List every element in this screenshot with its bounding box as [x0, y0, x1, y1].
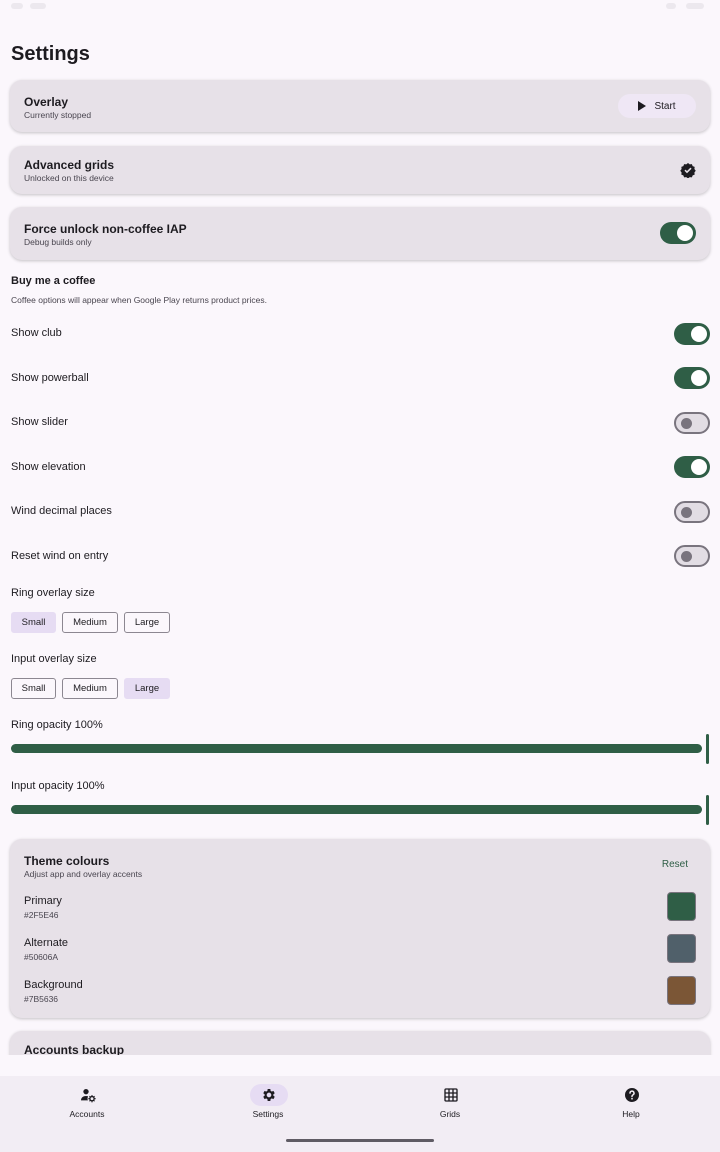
ring-opacity-track[interactable]	[11, 744, 702, 753]
theme-title: Theme colours	[24, 854, 110, 868]
toggle-knob	[677, 225, 693, 241]
show-slider-toggle[interactable]	[674, 412, 710, 434]
force-unlock-toggle[interactable]	[660, 222, 696, 244]
page-title: Settings	[11, 43, 90, 65]
accounts-backup-title: Accounts backup	[24, 1043, 125, 1055]
ring-opacity-label: Ring opacity 100%	[11, 719, 103, 731]
start-button-label: Start	[654, 100, 676, 112]
alternate-colour-hex: #50606A	[24, 952, 59, 962]
toggle-knob	[691, 326, 707, 342]
nav-settings[interactable]: Settings	[208, 1084, 328, 1134]
overlay-title: Overlay	[24, 95, 69, 109]
show-powerball-label: Show powerball	[11, 372, 89, 384]
force-unlock-title: Force unlock non-coffee IAP	[24, 222, 187, 236]
toggle-knob	[691, 459, 707, 475]
toggle-knob	[681, 506, 692, 518]
ring-size-label: Ring overlay size	[11, 587, 95, 599]
start-overlay-button[interactable]: Start	[618, 94, 696, 118]
toggle-knob	[691, 370, 707, 386]
alternate-colour-swatch[interactable]	[667, 934, 696, 963]
input-size-large[interactable]: Large	[124, 678, 170, 699]
input-size-small[interactable]: Small	[11, 678, 56, 699]
play-icon	[638, 101, 647, 111]
help-icon	[625, 1088, 639, 1102]
grid-icon	[444, 1088, 458, 1102]
nav-accounts[interactable]: Accounts	[27, 1084, 147, 1134]
advanced-grids-card: Advanced grids Unlocked on this device	[10, 146, 710, 194]
ring-size-medium[interactable]: Medium	[62, 612, 118, 633]
show-powerball-toggle[interactable]	[674, 367, 710, 389]
ring-size-large[interactable]: Large	[124, 612, 170, 633]
background-colour-swatch[interactable]	[667, 976, 696, 1005]
reset-wind-label: Reset wind on entry	[11, 550, 109, 562]
advanced-grids-status: Unlocked on this device	[24, 173, 114, 183]
show-slider-label: Show slider	[11, 416, 68, 428]
input-opacity-track[interactable]	[11, 805, 702, 814]
theme-reset-button[interactable]: Reset	[662, 859, 688, 870]
show-elevation-toggle[interactable]	[674, 456, 710, 478]
coffee-note: Coffee options will appear when Google P…	[11, 295, 267, 305]
nav-settings-label: Settings	[252, 1109, 284, 1119]
reset-wind-toggle[interactable]	[674, 545, 710, 567]
background-colour-hex: #7B5636	[24, 994, 59, 1004]
toggle-knob	[681, 417, 692, 429]
input-opacity-handle[interactable]	[706, 795, 709, 825]
accounts-icon	[81, 1089, 96, 1103]
wind-decimal-label: Wind decimal places	[11, 505, 112, 517]
overlay-card: Overlay Currently stopped Start	[10, 80, 710, 132]
show-club-label: Show club	[11, 327, 62, 339]
background-colour-name: Background	[24, 979, 83, 991]
input-size-medium[interactable]: Medium	[62, 678, 118, 699]
accounts-backup-card[interactable]: Accounts backup	[10, 1031, 710, 1055]
verified-badge-icon	[680, 163, 696, 178]
alternate-colour-name: Alternate	[24, 937, 69, 949]
theme-colours-card: Theme colours Adjust app and overlay acc…	[10, 839, 710, 1018]
gear-icon	[263, 1089, 275, 1101]
toggle-knob	[681, 550, 692, 562]
input-size-label: Input overlay size	[11, 653, 97, 665]
nav-accounts-label: Accounts	[69, 1109, 105, 1119]
show-club-toggle[interactable]	[674, 323, 710, 345]
ring-opacity-handle[interactable]	[706, 734, 709, 764]
wind-decimal-toggle[interactable]	[674, 501, 710, 523]
nav-grids-label: Grids	[439, 1109, 461, 1119]
show-elevation-label: Show elevation	[11, 461, 86, 473]
coffee-section-title: Buy me a coffee	[11, 275, 96, 287]
nav-help[interactable]: Help	[571, 1084, 691, 1134]
primary-colour-hex: #2F5E46	[24, 910, 59, 920]
settings-scroll-area[interactable]: Settings Overlay Currently stopped Start…	[0, 0, 720, 1055]
ring-size-small[interactable]: Small	[11, 612, 56, 633]
force-unlock-subtitle: Debug builds only	[24, 237, 92, 247]
primary-colour-swatch[interactable]	[667, 892, 696, 921]
nav-help-label: Help	[622, 1109, 640, 1119]
theme-subtitle: Adjust app and overlay accents	[24, 869, 143, 879]
overlay-status: Currently stopped	[24, 110, 92, 120]
force-unlock-card: Force unlock non-coffee IAP Debug builds…	[10, 207, 710, 260]
input-opacity-label: Input opacity 100%	[11, 780, 105, 792]
nav-grids[interactable]: Grids	[390, 1084, 510, 1134]
primary-colour-name: Primary	[24, 895, 62, 907]
gesture-handle[interactable]	[286, 1139, 434, 1142]
advanced-grids-title: Advanced grids	[24, 158, 115, 172]
